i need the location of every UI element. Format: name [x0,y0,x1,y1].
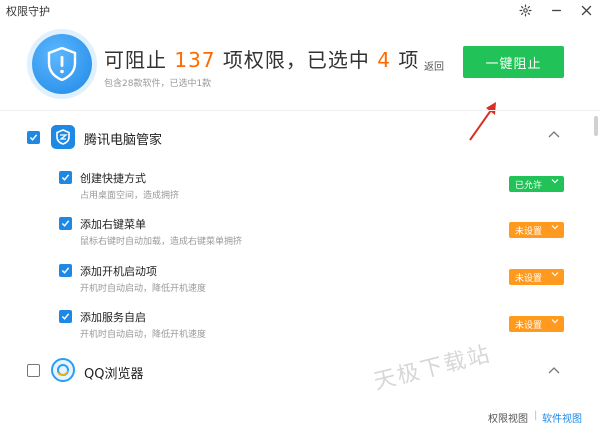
item-title: 添加开机启动项 [80,265,157,278]
item-title: 添加右键菜单 [80,218,146,231]
window-title: 权限守护 [6,5,50,18]
chevron-down-icon [551,317,559,328]
title-bar: 权限守护 [0,0,600,20]
annotation-arrow [469,102,496,141]
scrollbar-thumb[interactable] [594,116,598,136]
chevron-down-icon [551,223,559,234]
item-checkbox-service[interactable] [59,310,72,323]
chevron-up-icon[interactable] [548,128,560,141]
footer-separator: | [534,410,538,421]
item-desc: 开机时自动启动，降低开机速度 [80,330,207,340]
scrollbar-track[interactable] [592,112,600,392]
shield-icon [32,34,92,94]
headline: 可阻止 137 项权限，已选中 4 项 [104,44,419,73]
section-name-tencent: 腾讯电脑管家 [84,133,163,148]
check-icon [29,134,38,141]
qq-browser-icon [51,358,75,382]
watermark-text: 天极下载站 [371,341,494,396]
section-name-qq-browser: QQ浏览器 [84,367,144,382]
status-label: 未设置 [515,273,543,284]
status-dropdown-context-menu[interactable]: 未设置 [509,222,564,238]
check-icon [61,174,70,181]
status-label: 未设置 [515,226,543,237]
chevron-up-icon[interactable] [548,364,560,377]
back-link[interactable]: 返回 [424,58,444,73]
software-view-link[interactable]: 软件视图 [542,410,582,425]
item-checkbox-context-menu[interactable] [59,217,72,230]
summary-header: 可阻止 137 项权限，已选中 4 项 包含28款软件，已选中1款 返回 一键阻… [0,20,600,141]
item-checkbox-shortcut[interactable] [59,171,72,184]
tencent-manager-icon [51,125,75,149]
item-desc: 开机时自动启动，降低开机速度 [80,284,207,294]
item-title: 添加服务自启 [80,311,146,324]
item-desc: 占用桌面空间，造成拥挤 [80,191,180,201]
selected-count: 4 [377,48,391,72]
blockable-count: 137 [174,48,216,72]
chevron-down-icon [551,270,559,281]
minimize-icon[interactable] [546,0,566,20]
permission-view-link[interactable]: 权限视图 [488,410,528,425]
status-dropdown-service[interactable]: 未设置 [509,316,564,332]
item-title: 创建快捷方式 [80,172,146,185]
close-icon[interactable] [576,0,596,20]
headline-suffix: 项 [398,48,420,72]
section-checkbox-tencent[interactable] [27,131,40,144]
status-dropdown-startup[interactable]: 未设置 [509,269,564,285]
block-all-button[interactable]: 一键阻止 [463,46,564,78]
check-icon [61,220,70,227]
item-desc: 鼠标右键时自动加载，造成右键菜单拥挤 [80,237,243,247]
section-checkbox-qq-browser[interactable] [27,364,40,377]
headline-prefix: 可阻止 [104,48,167,72]
gear-icon[interactable] [515,0,535,20]
header-divider [0,110,600,111]
check-icon [61,313,70,320]
headline-middle: 项权限，已选中 [222,48,370,72]
status-dropdown-shortcut[interactable]: 已允许 [509,176,564,192]
status-label: 未设置 [515,320,543,331]
check-icon [61,267,70,274]
chevron-down-icon [551,177,559,188]
status-label: 已允许 [515,180,543,191]
item-checkbox-startup[interactable] [59,264,72,277]
subline: 包含28款软件，已选中1款 [104,79,212,89]
